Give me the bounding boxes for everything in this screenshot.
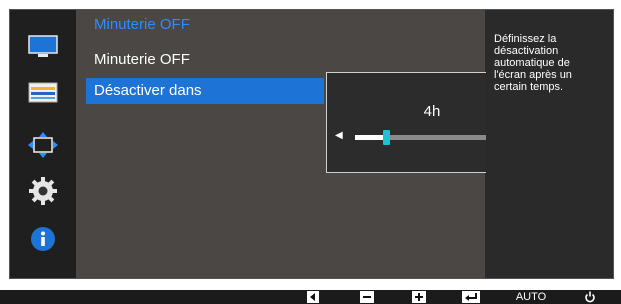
- slider-knob[interactable]: [382, 130, 390, 145]
- help-panel: Définissez la désactivation automatique …: [486, 10, 613, 278]
- position-icon[interactable]: [28, 132, 58, 158]
- help-text: Définissez la désactivation automatique …: [494, 33, 572, 93]
- triangle-left-icon[interactable]: ◀: [335, 130, 343, 141]
- menu-panel: Minuterie OFF Minuterie OFF Désactiver d…: [76, 10, 538, 278]
- power-icon[interactable]: [583, 291, 597, 303]
- settings-gear-icon[interactable]: [28, 177, 58, 205]
- menu-title: Minuterie OFF: [94, 16, 190, 33]
- left-arrow-icon[interactable]: [307, 291, 319, 303]
- plus-icon[interactable]: [412, 291, 426, 303]
- auto-button[interactable]: AUTO: [515, 291, 547, 303]
- sidebar: [10, 10, 76, 278]
- monitor-icon[interactable]: [28, 34, 58, 60]
- picture-icon[interactable]: [28, 80, 58, 106]
- minus-icon[interactable]: [360, 291, 374, 303]
- menu-item-off-timer[interactable]: Minuterie OFF: [86, 47, 324, 73]
- menu-item-turn-off-after[interactable]: Désactiver dans: [86, 78, 324, 104]
- slider-fill: [355, 135, 386, 140]
- enter-icon[interactable]: [462, 291, 480, 303]
- control-bar: AUTO: [0, 290, 621, 304]
- osd-window: Minuterie OFF Minuterie OFF Désactiver d…: [9, 9, 614, 279]
- info-icon[interactable]: [28, 226, 58, 252]
